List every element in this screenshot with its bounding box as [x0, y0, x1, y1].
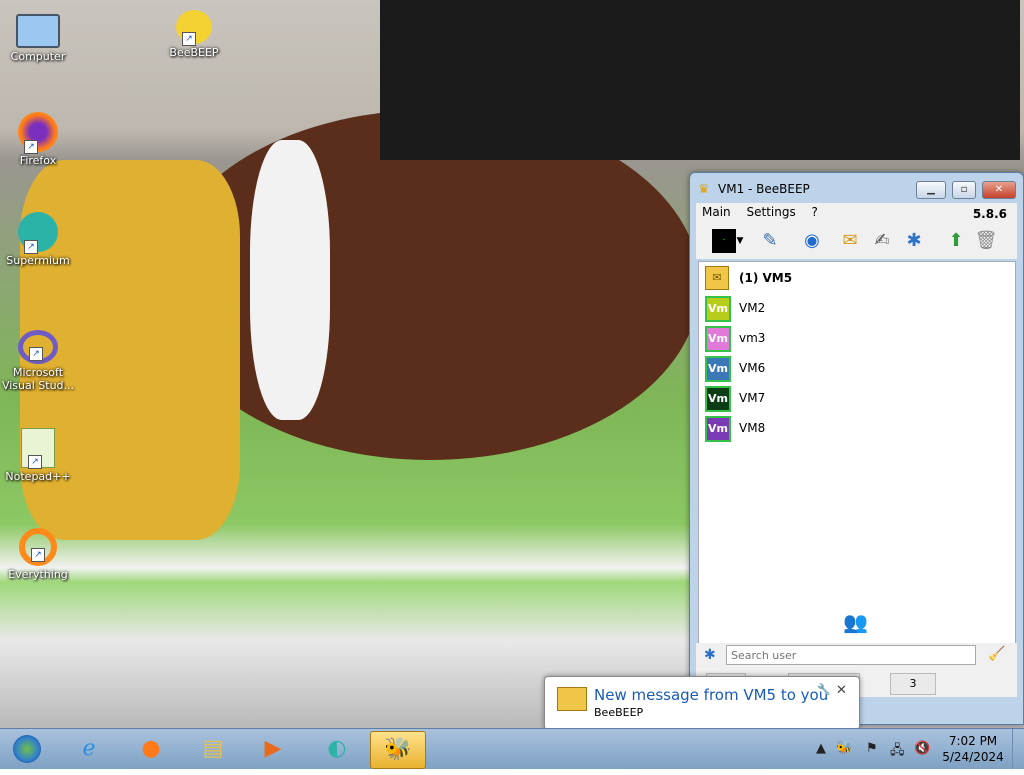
crown-icon: ♛	[698, 182, 710, 197]
search-input[interactable]	[726, 645, 976, 665]
menu-help[interactable]: ?	[806, 203, 824, 221]
write-icon[interactable]: ✍	[870, 229, 894, 253]
desktop-icon-label: Notepad++	[5, 470, 71, 483]
minimize-button[interactable]: ▁	[916, 181, 946, 199]
user-name: VM6	[739, 361, 766, 375]
notification-source: BeeBEEP	[594, 706, 644, 719]
settings-wrench-icon[interactable]: 🔧	[817, 683, 831, 696]
desktop-icon-notepadpp[interactable]: ↗ Notepad++	[0, 428, 76, 483]
tools-icon[interactable]: ✱	[902, 229, 926, 253]
shortcut-arrow-icon: ↗	[28, 455, 42, 469]
visual-studio-icon: ↗	[18, 330, 58, 364]
firefox-icon: ↗	[18, 112, 58, 154]
show-desktop-button[interactable]	[1012, 729, 1024, 769]
user-avatar: Vm	[705, 386, 731, 412]
notification-balloon[interactable]: New message from VM5 to you BeeBEEP 🔧 ✕	[544, 676, 860, 738]
user-name: (1) VM5	[739, 271, 793, 285]
supermium-icon: ↗	[18, 212, 58, 254]
search-row: ✱ 🧹	[696, 643, 1017, 671]
chevron-down-icon[interactable]: ▼	[734, 229, 746, 253]
notification-title: New message from VM5 to you	[594, 686, 829, 704]
desktop-icon-label: Supermium	[6, 254, 70, 267]
tab-files[interactable]: 3	[890, 673, 936, 695]
taskbar-supermium[interactable]: ◐	[310, 731, 364, 767]
message-envelope-icon	[557, 687, 587, 711]
desktop-icon-computer[interactable]: Computer	[0, 10, 76, 63]
tray-network-icon[interactable]: 🖧	[890, 741, 905, 763]
desktop-icon-visual-studio[interactable]: ↗ Microsoft Visual Stud...	[0, 330, 76, 392]
clear-broom-icon[interactable]: 🧹	[988, 646, 1005, 662]
tray-volume-muted-icon[interactable]: 🔇	[914, 741, 930, 756]
mail-icon[interactable]: ✉	[838, 229, 862, 253]
tab-count: 3	[909, 677, 917, 690]
desktop-icon-label: Microsoft Visual Stud...	[1, 366, 75, 392]
network-icon[interactable]: ◉	[800, 229, 824, 253]
user-name: vm3	[739, 331, 766, 345]
menubar: Main Settings ? 5.8.6	[696, 203, 1017, 223]
message-icon: ✉	[705, 266, 729, 290]
window-titlebar[interactable]: ♛ VM1 - BeeBEEP ▁ ▫ ✕	[690, 173, 1023, 205]
user-name: VM7	[739, 391, 766, 405]
toolbar: · ▼ ✎ ◉ ✉ ✍ ✱ ⬆ 🗑	[696, 223, 1017, 259]
close-button[interactable]: ✕	[982, 181, 1016, 199]
trash-icon[interactable]: 🗑	[974, 229, 998, 253]
status-icon[interactable]: ·	[712, 229, 736, 253]
window-title: VM1 - BeeBEEP	[718, 182, 810, 196]
upload-icon[interactable]: ⬆	[944, 229, 968, 253]
desktop-icon-label: Everything	[8, 568, 68, 581]
shortcut-arrow-icon: ↗	[182, 32, 196, 46]
shortcut-arrow-icon: ↗	[31, 548, 45, 562]
desktop-icon-everything[interactable]: ↗ Everything	[0, 528, 76, 581]
wallpaper-stove	[380, 0, 1020, 160]
everything-icon: ↗	[19, 528, 57, 566]
notification-close-button[interactable]: ✕	[836, 683, 847, 698]
desktop-icon-label: BeeBEEP	[169, 46, 219, 59]
wallpaper-football	[160, 110, 700, 460]
clock-date: 5/24/2024	[942, 750, 1004, 764]
tray-beebeep-icon[interactable]: 🐝	[836, 741, 852, 756]
user-list: ✉ (1) VM5 Vm VM2 Vm vm3 Vm VM6 Vm VM7 Vm VM8 👥	[698, 261, 1016, 645]
wallpaper-lace-stripe	[250, 140, 330, 420]
menu-settings[interactable]: Settings	[740, 203, 801, 221]
shortcut-arrow-icon: ↗	[24, 240, 38, 254]
user-name: VM8	[739, 421, 766, 435]
computer-icon	[16, 14, 60, 48]
notepadpp-icon: ↗	[21, 428, 55, 469]
tray-flag-icon[interactable]: ⚑	[866, 741, 878, 756]
users-group-icon: 👥	[843, 610, 868, 634]
start-button[interactable]	[2, 731, 52, 767]
version-label: 5.8.6	[972, 207, 1007, 221]
taskbar-firefox[interactable]: ●	[124, 731, 178, 767]
desktop-icon-label: Computer	[10, 50, 66, 63]
desktop-icon-beebeep[interactable]: ↗ BeeBEEP	[156, 10, 232, 59]
desktop-icon-label: Firefox	[19, 154, 57, 167]
user-avatar: Vm	[705, 326, 731, 352]
taskbar-media-player[interactable]: ▶	[246, 731, 300, 767]
desktop-icon-firefox[interactable]: ↗ Firefox	[0, 112, 76, 167]
beebeep-window[interactable]: ♛ VM1 - BeeBEEP ▁ ▫ ✕ Main Settings ? 5.…	[689, 172, 1024, 725]
shortcut-arrow-icon: ↗	[24, 140, 38, 154]
windows-logo-icon	[13, 735, 41, 763]
menu-main[interactable]: Main	[696, 203, 737, 221]
user-avatar: Vm	[705, 356, 731, 382]
tray-expand-icon[interactable]: ▲	[816, 741, 826, 756]
profile-edit-icon[interactable]: ✎	[758, 229, 782, 253]
bee-icon: ↗	[176, 10, 212, 46]
taskbar-beebeep[interactable]: 🐝	[370, 731, 426, 769]
shortcut-arrow-icon: ↗	[29, 347, 43, 361]
user-avatar: Vm	[705, 296, 731, 322]
desktop-icon-supermium[interactable]: ↗ Supermium	[0, 212, 76, 267]
taskbar-ie[interactable]: ℯ	[62, 731, 116, 767]
taskbar-clock[interactable]: 7:02 PM 5/24/2024	[940, 733, 1006, 765]
maximize-button[interactable]: ▫	[952, 181, 976, 199]
user-name: VM2	[739, 301, 766, 315]
user-avatar: Vm	[705, 416, 731, 442]
taskbar-explorer[interactable]: ▤	[186, 731, 240, 767]
taskbar: ℯ ● ▤ ▶ ◐ 🐝 ▲ 🐝 ⚑ 🖧 🔇 7:02 PM 5/24/2024	[0, 728, 1024, 769]
clock-time: 7:02 PM	[948, 734, 998, 748]
search-options-icon[interactable]: ✱	[704, 647, 716, 663]
